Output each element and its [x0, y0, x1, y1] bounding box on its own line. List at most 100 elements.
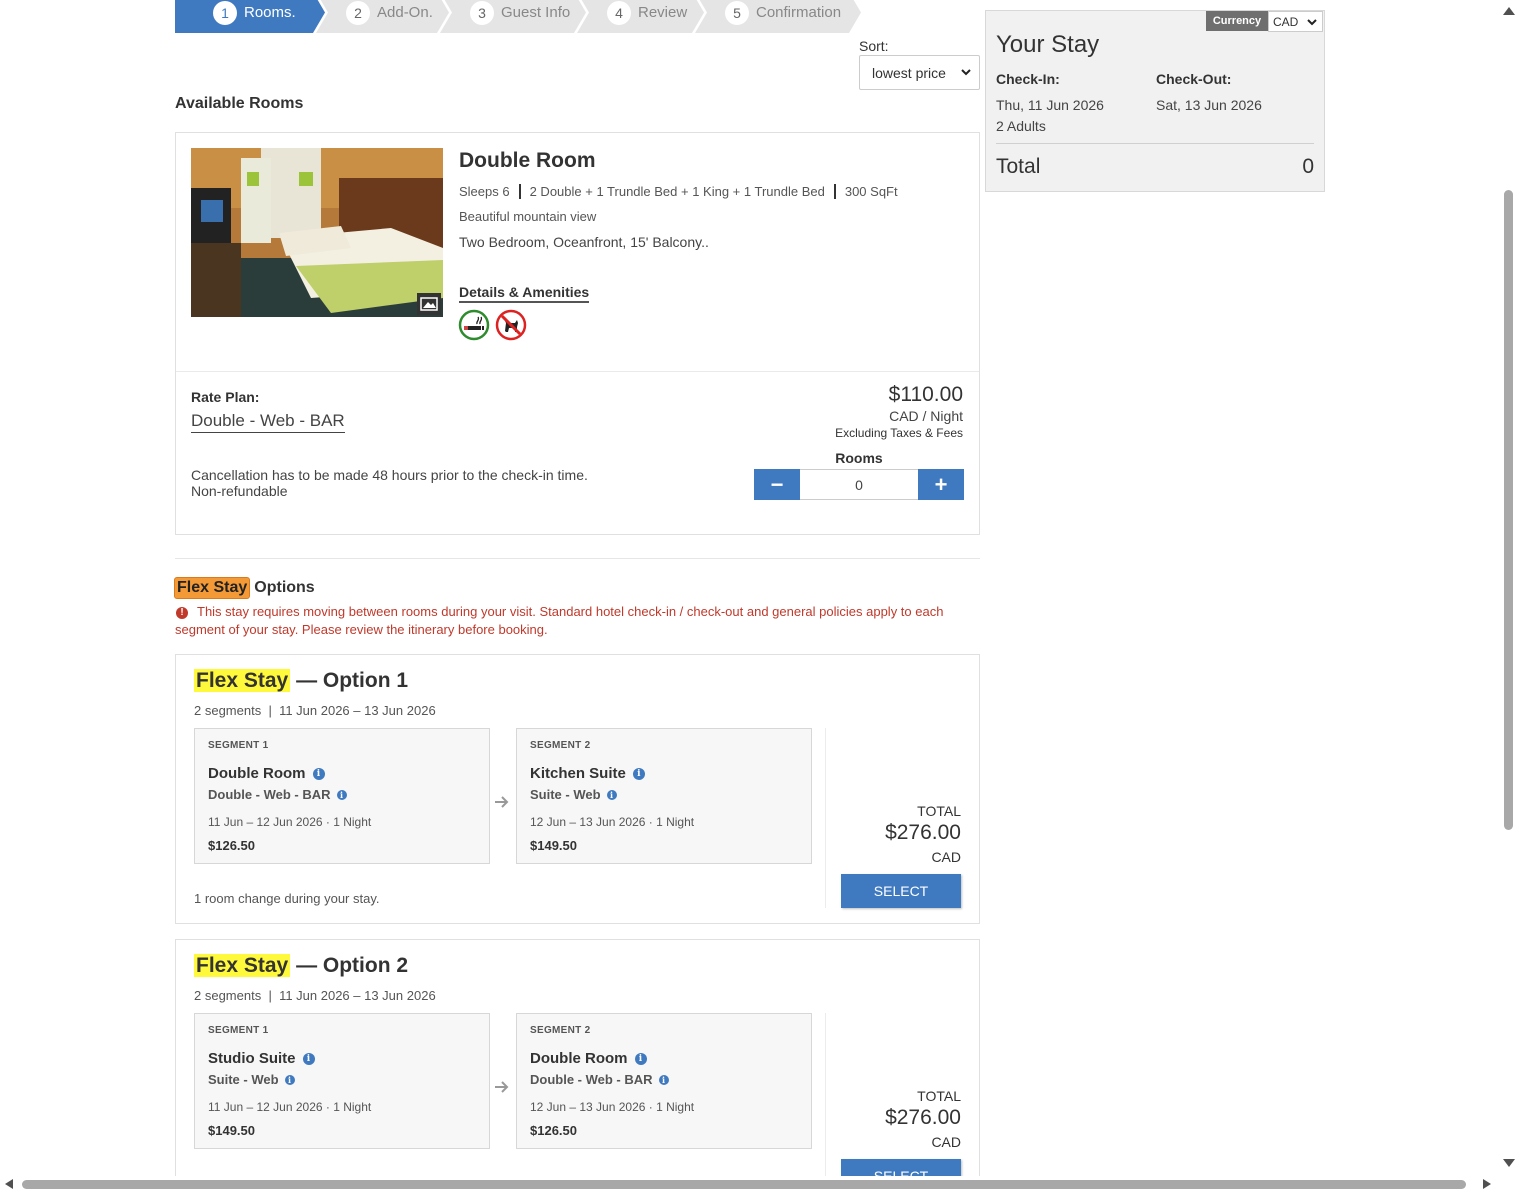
segment-price: $126.50 — [530, 1123, 577, 1138]
booking-steps: 1 Rooms. 2 Add-On. 3 Guest Info 4 Review… — [175, 0, 852, 33]
step-label: Guest Info — [501, 4, 571, 21]
total-currency: CAD — [931, 1134, 961, 1150]
option-title: Flex Stay — Option 2 — [194, 954, 408, 978]
no-pets-icon — [495, 309, 527, 341]
segment-rate: Suite - Web i — [530, 787, 617, 802]
stay-total-label: Total — [996, 155, 1041, 178]
info-icon[interactable]: i — [302, 1052, 315, 1065]
segment-dates: 12 Jun – 13 Jun 2026 · 1 Night — [530, 815, 695, 829]
select-option-button[interactable]: SELECT — [841, 1159, 961, 1176]
info-icon[interactable]: i — [606, 789, 617, 800]
segment-label: SEGMENT 2 — [530, 1025, 591, 1036]
step-add-on[interactable]: 2 Add-On. — [316, 0, 449, 33]
option-title-suffix: — Option 2 — [296, 954, 409, 977]
gallery-icon[interactable] — [417, 293, 441, 315]
segment-room-name: Studio Suite — [208, 1050, 296, 1067]
flex-option-card: Flex Stay — Option 1 2 segments | 11 Jun… — [175, 654, 980, 924]
scroll-down-icon[interactable] — [1502, 1158, 1516, 1168]
segment-room-name: Double Room — [208, 765, 306, 782]
smoking-allowed-icon — [458, 309, 490, 341]
vertical-scrollbar[interactable] — [1500, 0, 1518, 1176]
room-title: Double Room — [459, 149, 596, 172]
info-icon[interactable]: i — [284, 1074, 295, 1085]
total-label: TOTAL — [917, 1088, 961, 1104]
guest-count: 2 Adults — [996, 118, 1046, 134]
segment-room-name: Kitchen Suite — [530, 765, 626, 782]
segment-rate: Double - Web - BAR i — [208, 787, 347, 802]
step-confirmation[interactable]: 5 Confirmation — [695, 0, 861, 33]
price-amount: $110.00 — [888, 383, 963, 406]
info-icon[interactable]: i — [632, 767, 645, 780]
step-label: Confirmation — [756, 4, 842, 21]
step-review[interactable]: 4 Review — [577, 0, 704, 33]
segment-card: SEGMENT 2 Double Room i Double - Web - BA… — [516, 1013, 812, 1149]
scroll-up-icon[interactable] — [1502, 6, 1516, 16]
arrow-right-icon — [495, 1081, 509, 1093]
rate-plan-link[interactable]: Double - Web - BAR — [191, 411, 345, 433]
room-divider — [176, 371, 979, 372]
info-icon[interactable]: i — [312, 767, 325, 780]
segment-price: $126.50 — [208, 838, 255, 853]
alert-icon: ! — [176, 607, 188, 619]
horizontal-scrollbar[interactable] — [0, 1176, 1500, 1192]
segment-room-name: Double Room — [530, 1050, 628, 1067]
stay-total-value: 0 — [1302, 155, 1314, 178]
rooms-count-input[interactable]: 0 — [800, 469, 918, 500]
room-view: Beautiful mountain view — [459, 209, 597, 224]
sort-select[interactable]: lowest price — [859, 55, 980, 90]
total-amount: $276.00 — [885, 1106, 961, 1129]
refund-text: Non-refundable — [191, 483, 288, 499]
info-icon[interactable]: i — [336, 789, 347, 800]
segment-rate: Double - Web - BAR i — [530, 1072, 669, 1087]
segment-rate-name: Double - Web - BAR — [530, 1072, 653, 1087]
checkout-label: Check-Out: — [1156, 71, 1232, 87]
room-meta: Sleeps 6 2 Double + 1 Trundle Bed + 1 Ki… — [459, 184, 898, 199]
step-guest-info[interactable]: 3 Guest Info — [440, 0, 586, 33]
checkin-label: Check-In: — [996, 71, 1060, 87]
room-photo[interactable] — [191, 148, 443, 317]
increase-rooms-button[interactable]: + — [918, 469, 964, 500]
room-beds: 2 Double + 1 Trundle Bed + 1 King + 1 Tr… — [529, 184, 825, 199]
flex-warning-text: This stay requires moving between rooms … — [175, 604, 944, 637]
info-icon[interactable]: i — [634, 1052, 647, 1065]
stay-divider — [996, 143, 1314, 144]
segment-rate-name: Suite - Web — [208, 1072, 279, 1087]
segment-card: SEGMENT 1 Double Room i Double - Web - BA… — [194, 728, 490, 864]
rooms-label: Rooms — [835, 450, 883, 466]
flex-stay-highlight: Flex Stay — [194, 669, 291, 692]
segment-room: Kitchen Suite i — [530, 765, 645, 782]
decrease-rooms-button[interactable]: − — [754, 469, 800, 500]
option-total: TOTAL $276.00 CAD — [885, 803, 961, 865]
segment-dates: 12 Jun – 13 Jun 2026 · 1 Night — [530, 1100, 695, 1114]
segment-dates: 11 Jun – 12 Jun 2026 · 1 Night — [208, 815, 372, 829]
select-option-button[interactable]: SELECT — [841, 874, 961, 908]
step-number: 1 — [213, 1, 237, 25]
horizontal-scroll-thumb[interactable] — [22, 1180, 1466, 1189]
step-label: Review — [638, 4, 688, 21]
vertical-scroll-thumb[interactable] — [1504, 190, 1513, 830]
segment-label: SEGMENT 2 — [530, 740, 591, 751]
chevron-down-icon — [961, 69, 971, 76]
cancellation-policy: Cancellation has to be made 48 hours pri… — [191, 467, 588, 499]
flex-warning: ! This stay requires moving between rooms… — [175, 603, 980, 639]
segment-card: SEGMENT 2 Kitchen Suite i Suite - Web i 12… — [516, 728, 812, 864]
checkin-date: Thu, 11 Jun 2026 — [996, 97, 1104, 113]
segment-label: SEGMENT 1 — [208, 740, 269, 751]
details-amenities-link[interactable]: Details & Amenities — [459, 284, 590, 303]
room-photo-image — [191, 148, 443, 317]
flex-heading-suffix: Options — [254, 579, 315, 596]
step-rooms[interactable]: 1 Rooms. — [175, 0, 325, 33]
rooms-stepper: − 0 + — [754, 469, 964, 500]
chevron-down-icon — [1307, 19, 1317, 26]
currency-select[interactable]: CAD — [1268, 11, 1323, 32]
meta-separator — [833, 184, 836, 199]
scroll-right-icon[interactable] — [1482, 1178, 1492, 1190]
step-number: 3 — [470, 1, 494, 25]
segments-count: 2 segments — [194, 703, 262, 718]
option-divider — [825, 728, 826, 908]
price-note: Excluding Taxes & Fees — [835, 426, 963, 440]
segment-dates: 11 Jun – 12 Jun 2026 · 1 Night — [208, 1100, 372, 1114]
scroll-left-icon[interactable] — [4, 1178, 14, 1190]
flex-stay-highlight: Flex Stay — [194, 954, 291, 977]
info-icon[interactable]: i — [658, 1074, 669, 1085]
